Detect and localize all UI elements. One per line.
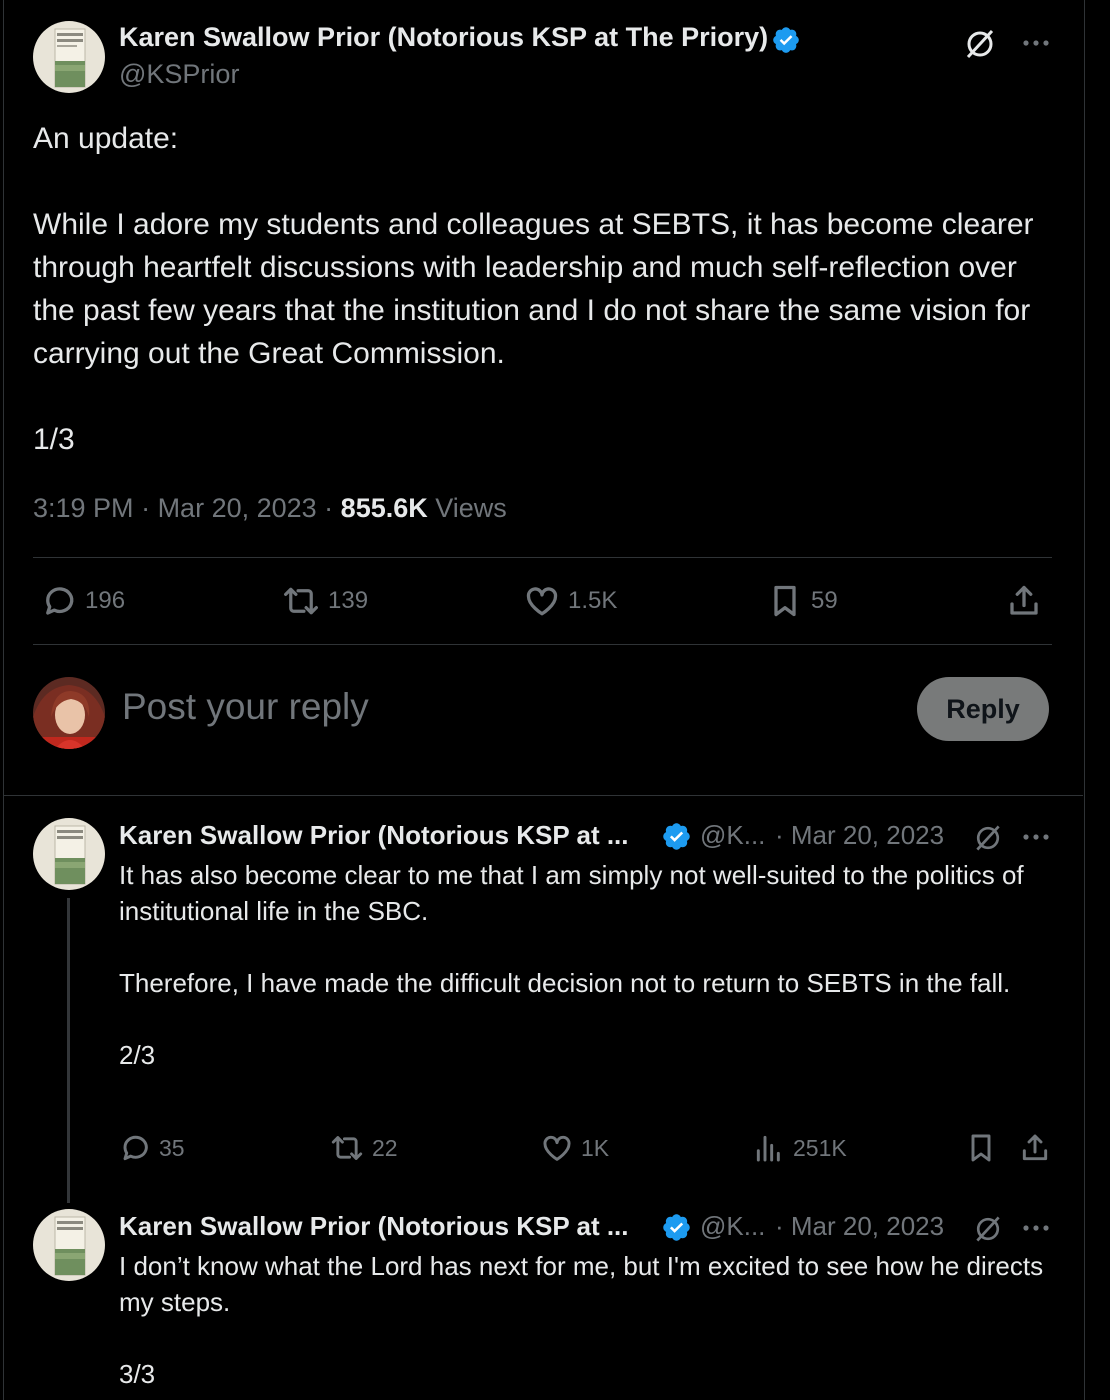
repost-icon	[284, 587, 318, 615]
more-options-icon[interactable]	[1022, 832, 1050, 842]
author-handle[interactable]: @KSPrior	[119, 59, 239, 90]
repost-count: 139	[328, 587, 369, 614]
verified-badge-icon	[773, 27, 799, 53]
views-action[interactable]: 251K	[753, 1132, 847, 1164]
grok-icon[interactable]	[972, 1213, 1004, 1245]
bookmark-action[interactable]: 59	[767, 583, 838, 619]
views-count: 251K	[793, 1134, 847, 1161]
post-text: An update: While I adore my students and…	[33, 122, 1034, 456]
share-action[interactable]	[1019, 1132, 1051, 1164]
repost-count: 22	[372, 1134, 398, 1161]
section-divider	[3, 795, 1083, 796]
thread-post-date[interactable]: · Mar 20, 2023	[775, 820, 944, 851]
bookmark-action[interactable]	[965, 1132, 997, 1164]
like-count: 1K	[581, 1134, 610, 1161]
more-options-icon[interactable]	[1022, 1223, 1050, 1233]
verified-badge-icon	[663, 1214, 690, 1241]
author-avatar[interactable]	[33, 21, 105, 93]
current-user-avatar[interactable]	[33, 677, 105, 749]
share-action[interactable]	[1006, 583, 1042, 619]
thread-author-avatar[interactable]	[33, 818, 105, 890]
like-heart-icon	[526, 587, 558, 616]
thread-post-text: It has also become clear to me that I am…	[119, 860, 1024, 1070]
reply-action[interactable]: 196	[41, 583, 125, 619]
repost-action[interactable]: 22	[330, 1132, 398, 1164]
bookmark-count: 59	[811, 587, 838, 614]
grok-icon[interactable]	[962, 26, 998, 62]
bookmark-icon	[774, 585, 796, 617]
reply-icon	[123, 1135, 148, 1161]
views-count: 855.6K	[340, 493, 428, 523]
views-label: Views	[435, 493, 507, 523]
share-icon	[1022, 1134, 1048, 1161]
like-action[interactable]: 1K	[541, 1132, 609, 1164]
divider	[33, 644, 1052, 645]
post-time[interactable]: 3:19 PM	[33, 493, 134, 523]
repost-action[interactable]: 139	[282, 583, 368, 619]
like-heart-icon	[543, 1135, 571, 1161]
thread-author-handle[interactable]: @K...	[700, 820, 765, 851]
grok-icon[interactable]	[972, 822, 1004, 854]
thread-post-text: I don’t know what the Lord has next for …	[119, 1251, 1044, 1389]
more-options-icon[interactable]	[1022, 38, 1050, 48]
bookmark-icon	[971, 1134, 991, 1162]
views-analytics-icon	[756, 1135, 780, 1162]
reply-input[interactable]: Post your reply	[122, 686, 369, 728]
post-meta: 3:19 PM · Mar 20, 2023 · 855.6K Views	[33, 493, 507, 523]
author-name[interactable]: Karen Swallow Prior (Notorious KSP at Th…	[119, 22, 768, 53]
share-icon	[1010, 585, 1038, 615]
verified-badge-icon	[663, 823, 690, 850]
reply-icon	[46, 587, 74, 615]
thread-author-avatar[interactable]	[33, 1209, 105, 1281]
post-date[interactable]: Mar 20, 2023	[158, 493, 317, 523]
thread-author-name[interactable]: Karen Swallow Prior (Notorious KSP at ..…	[119, 1211, 629, 1242]
like-count: 1.5K	[568, 587, 618, 614]
thread-author-handle[interactable]: @K...	[700, 1211, 765, 1242]
repost-icon	[331, 1136, 363, 1160]
thread-connector-line	[67, 898, 70, 1203]
reply-count: 196	[85, 587, 126, 614]
thread-author-name[interactable]: Karen Swallow Prior (Notorious KSP at ..…	[119, 820, 629, 851]
divider	[33, 557, 1052, 558]
reply-button[interactable]: Reply	[917, 677, 1049, 741]
like-action[interactable]: 1.5K	[524, 583, 617, 619]
reply-action[interactable]: 35	[119, 1132, 185, 1164]
thread-post-date[interactable]: · Mar 20, 2023	[775, 1211, 944, 1242]
reply-count: 35	[159, 1134, 185, 1161]
